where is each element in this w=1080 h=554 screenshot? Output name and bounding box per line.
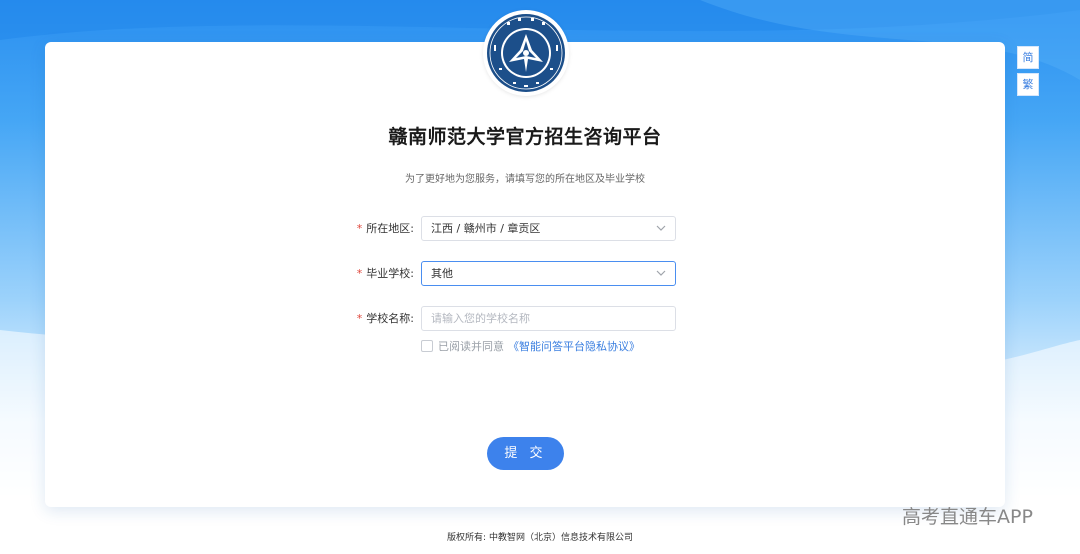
region-label: * 所在地区: xyxy=(334,217,414,241)
school-value: 其他 xyxy=(431,267,453,280)
region-label-text: 所在地区: xyxy=(366,222,414,235)
school-name-label-text: 学校名称: xyxy=(366,312,414,325)
traditional-chinese-button[interactable]: 繁 xyxy=(1017,73,1039,96)
school-name-label: * 学校名称: xyxy=(334,307,414,331)
required-mark: * xyxy=(356,222,363,235)
region-value: 江西 / 赣州市 / 章贡区 xyxy=(431,222,541,235)
required-mark: * xyxy=(356,267,363,280)
privacy-agreement: 已阅读并同意 《智能问答平台隐私协议》 xyxy=(421,340,640,354)
footer-copyright: 版权所有: 中教智网（北京）信息技术有限公司 xyxy=(447,533,633,543)
school-name-field xyxy=(421,306,676,331)
submit-button[interactable]: 提 交 xyxy=(487,437,564,470)
school-name-input[interactable] xyxy=(431,308,651,329)
school-label-text: 毕业学校: xyxy=(366,267,414,280)
page-title: 赣南师范大学官方招生咨询平台 xyxy=(388,126,662,148)
required-mark: * xyxy=(356,312,363,325)
school-label: * 毕业学校: xyxy=(334,262,414,286)
university-logo xyxy=(485,12,567,94)
agreement-text: 已阅读并同意 xyxy=(438,340,504,353)
page-subtitle: 为了更好地为您服务，请填写您的所在地区及毕业学校 xyxy=(405,174,645,185)
region-select[interactable]: 江西 / 赣州市 / 章贡区 xyxy=(421,216,676,241)
privacy-policy-link[interactable]: 《智能问答平台隐私协议》 xyxy=(508,340,640,353)
watermark-text: 高考直通车APP xyxy=(902,506,1033,528)
chevron-down-icon xyxy=(656,225,666,231)
simplified-chinese-button[interactable]: 简 xyxy=(1017,46,1039,69)
school-select[interactable]: 其他 xyxy=(421,261,676,286)
agreement-checkbox[interactable] xyxy=(421,340,433,352)
chevron-down-icon xyxy=(656,270,666,276)
